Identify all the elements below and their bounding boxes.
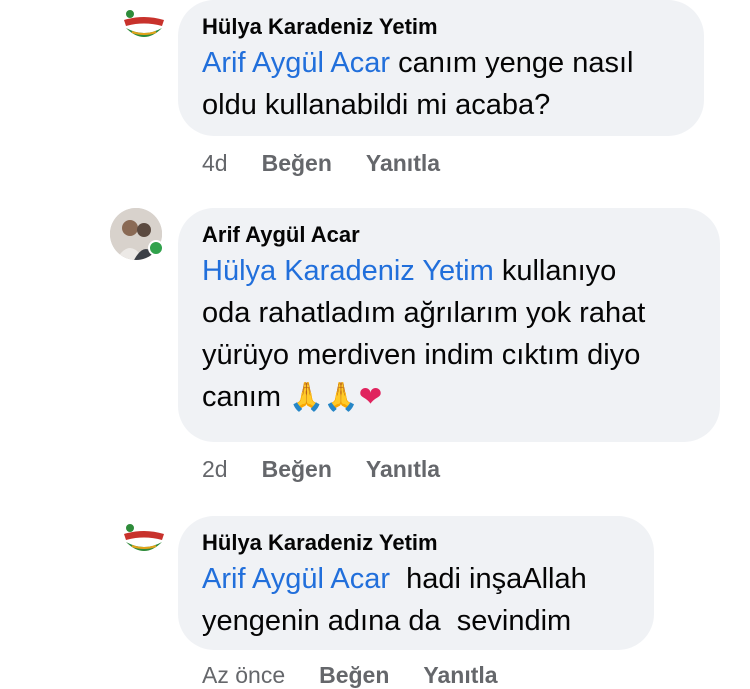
- comment-text-part: yengenin adına da sevindim: [202, 605, 572, 637]
- comment-text-part: hadi inşaAllah: [390, 563, 587, 595]
- comment-bubble: Hülya Karadeniz Yetim Arif Aygül Acar ha…: [178, 516, 654, 650]
- comment-time[interactable]: 2d: [202, 456, 228, 483]
- reply-button[interactable]: Yanıtla: [366, 150, 440, 177]
- comment-actions: Az önce Beğen Yanıtla: [202, 662, 532, 689]
- brand-logo-icon: [118, 2, 170, 54]
- comment-author[interactable]: Arif Aygül Acar: [202, 222, 696, 248]
- commenter-avatar[interactable]: [118, 2, 170, 54]
- comment-text-part: canım: [202, 381, 290, 413]
- comment-bubble: Arif Aygül Acar Hülya Karadeniz Yetim ku…: [178, 208, 720, 442]
- comment-text: Arif Aygül Acar canım yenge nasıl oldu k…: [202, 42, 680, 126]
- mention-link[interactable]: Arif Aygül Acar: [202, 563, 390, 595]
- comment-time[interactable]: 4d: [202, 150, 228, 177]
- comment-text: Hülya Karadeniz Yetim kullanıyo oda raha…: [202, 250, 696, 418]
- online-status-indicator: [148, 240, 164, 256]
- comment-author[interactable]: Hülya Karadeniz Yetim: [202, 14, 680, 40]
- folded-hands-emoji-icon: 🙏: [289, 380, 324, 413]
- brand-logo-icon: [118, 516, 170, 568]
- reply-button[interactable]: Yanıtla: [366, 456, 440, 483]
- comment-actions: 4d Beğen Yanıtla: [202, 150, 474, 177]
- commenter-avatar[interactable]: [118, 516, 170, 568]
- folded-hands-emoji-icon: 🙏: [323, 380, 359, 413]
- comment-author[interactable]: Hülya Karadeniz Yetim: [202, 530, 630, 556]
- like-button[interactable]: Beğen: [262, 150, 332, 177]
- comment-text-part: oda rahatladım ağrılarım yok rahat: [202, 297, 646, 329]
- reply-button[interactable]: Yanıtla: [423, 662, 497, 689]
- comment-text: Arif Aygül Acar hadi inşaAllah yengenin …: [202, 558, 630, 642]
- like-button[interactable]: Beğen: [262, 456, 332, 483]
- comment-text-part: kullanıyo: [493, 255, 617, 287]
- comment-actions: 2d Beğen Yanıtla: [202, 456, 474, 483]
- mention-link[interactable]: Hülya Karadeniz Yetim: [202, 255, 494, 287]
- comment-bubble: Hülya Karadeniz Yetim Arif Aygül Acar ca…: [178, 0, 704, 136]
- like-button[interactable]: Beğen: [319, 662, 389, 689]
- comment-text-part: canım yenge nasıl: [390, 47, 634, 79]
- red-heart-emoji-icon: ❤: [358, 380, 383, 413]
- mention-link[interactable]: Arif Aygül Acar: [202, 47, 390, 79]
- comment-time[interactable]: Az önce: [202, 662, 285, 689]
- comment-text-part: oldu kullanabildi mi acaba?: [202, 89, 551, 121]
- comment-text-part: yürüyo merdiven indim cıktım diyo: [202, 339, 641, 371]
